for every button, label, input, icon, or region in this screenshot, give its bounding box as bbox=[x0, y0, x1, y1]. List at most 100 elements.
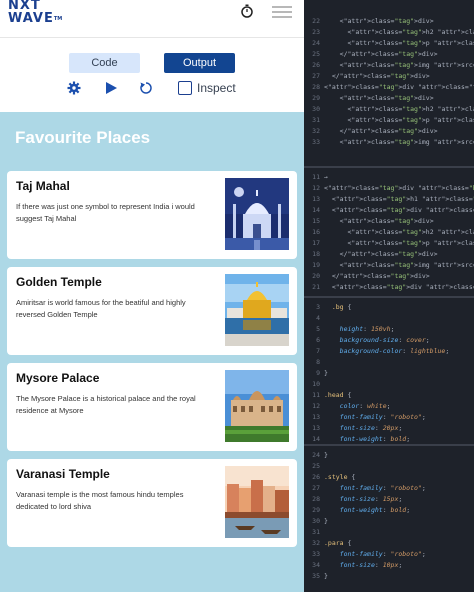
code-text: font-family: "roboto"; bbox=[339, 550, 426, 558]
line-number: 24 bbox=[312, 39, 320, 47]
code-text: font-weight: bold; bbox=[339, 506, 411, 514]
code-tab-button[interactable]: Code bbox=[69, 53, 140, 73]
code-text: <"attr">class="tag">p "attr">class="para… bbox=[324, 239, 474, 247]
line-number: 22 bbox=[312, 17, 320, 25]
timer-icon[interactable] bbox=[240, 4, 254, 18]
mysore-palace-image bbox=[225, 370, 289, 442]
golden-temple-image bbox=[225, 274, 289, 346]
varanasi-temple-image bbox=[225, 466, 289, 538]
line-number: 8 bbox=[316, 358, 320, 366]
code-text: <"attr">class="tag">img "attr">src="http… bbox=[324, 61, 474, 69]
code-text: font-weight: bold; bbox=[339, 435, 411, 443]
line-number: 7 bbox=[316, 347, 320, 355]
card-description: Amiritsar is world famous for the beatif… bbox=[16, 298, 186, 319]
code-text: <"attr">class="tag">p "attr">class="para… bbox=[324, 116, 474, 124]
line-number: 13 bbox=[312, 424, 320, 432]
html-editor-panel[interactable]: 11 → 12 <"attr">class="tag">div "attr">clas… bbox=[304, 170, 474, 296]
card-description: Varanasi temple is the most famous hindu… bbox=[16, 490, 184, 511]
line-number: 6 bbox=[316, 336, 320, 344]
code-text: <"attr">class="tag">h2 "attr">class="sty… bbox=[324, 28, 474, 36]
run-play-icon[interactable] bbox=[104, 81, 118, 95]
code-text: <"attr">class="tag">div "attr">class="bg… bbox=[324, 184, 474, 192]
code-text: } bbox=[324, 517, 328, 525]
code-text: <"attr">class="tag">img "attr">src="http… bbox=[324, 138, 474, 146]
code-text: font-family: "roboto"; bbox=[339, 413, 426, 421]
code-text: <"attr">class="tag">h2 "attr">class="sty… bbox=[324, 105, 474, 113]
panel-divider[interactable] bbox=[304, 166, 474, 168]
line-number: 25 bbox=[312, 462, 320, 470]
place-card: Golden Temple Amiritsar is world famous … bbox=[7, 267, 297, 355]
reset-icon[interactable] bbox=[139, 81, 153, 95]
code-text: height: 150vh; bbox=[339, 325, 395, 333]
place-card: Taj Mahal If there was just one symbol t… bbox=[7, 171, 297, 259]
line-number: 4 bbox=[316, 314, 320, 322]
line-number: 10 bbox=[312, 380, 320, 388]
code-text: </"attr">class="tag">div> bbox=[324, 72, 430, 80]
settings-gear-icon[interactable] bbox=[67, 81, 81, 95]
line-number: 20 bbox=[312, 272, 320, 280]
line-number: 13 bbox=[312, 413, 320, 421]
inspect-label: Inspect bbox=[197, 81, 236, 95]
line-number: 11 bbox=[312, 173, 320, 181]
nxtwave-logo: NXT WAVETM bbox=[8, 0, 63, 26]
css-editor-panel[interactable]: 3 .bg {4 5 height: 150vh; 6 background-siz… bbox=[304, 300, 474, 444]
output-preview: Favourite Places Taj Mahal If there was … bbox=[0, 112, 304, 592]
code-text: <"attr">class="tag">div> bbox=[324, 94, 434, 102]
code-text: } bbox=[324, 572, 328, 580]
preview-pane: NXT WAVETM Code Output Inspect Favourite… bbox=[0, 0, 304, 592]
line-number: 27 bbox=[312, 484, 320, 492]
line-number: 34 bbox=[312, 561, 320, 569]
line-number: 32 bbox=[312, 539, 320, 547]
line-number: 30 bbox=[312, 105, 320, 113]
html-editor-panel[interactable]: 22 <"attr">class="tag">div> 23 <"attr">cl… bbox=[304, 14, 474, 166]
code-text: </"attr">class="tag">div> bbox=[324, 272, 430, 280]
line-number: 19 bbox=[312, 261, 320, 269]
line-number: 28 bbox=[312, 83, 320, 91]
line-number: 31 bbox=[312, 116, 320, 124]
inspect-checkbox[interactable] bbox=[178, 81, 192, 95]
output-tab-button[interactable]: Output bbox=[164, 53, 235, 73]
taj-mahal-image bbox=[225, 178, 289, 250]
line-number: 13 bbox=[312, 195, 320, 203]
line-number: 16 bbox=[312, 228, 320, 236]
code-text: background-color: lightblue; bbox=[339, 347, 450, 355]
code-text: background-size: cover; bbox=[339, 336, 430, 344]
line-number: 12 bbox=[312, 402, 320, 410]
place-card: Mysore Palace The Mysore Palace is a his… bbox=[7, 363, 297, 451]
code-text: <"attr">class="tag">p "attr">class="para… bbox=[324, 39, 474, 47]
line-number: 18 bbox=[312, 250, 320, 258]
code-text: font-size: 20px; bbox=[339, 424, 403, 432]
code-text: </"attr">class="tag">div> bbox=[324, 127, 438, 135]
card-title: Taj Mahal bbox=[16, 179, 70, 193]
code-text: } bbox=[324, 451, 328, 459]
place-card: Varanasi Temple Varanasi temple is the m… bbox=[7, 459, 297, 547]
code-text: <"attr">class="tag">div "attr">class="t-… bbox=[324, 283, 474, 291]
editor-controls: Code Output Inspect bbox=[0, 38, 304, 112]
code-text: color: white; bbox=[339, 402, 391, 410]
line-number: 9 bbox=[316, 369, 320, 377]
line-number: 27 bbox=[312, 72, 320, 80]
code-text: <"attr">class="tag">img "attr">src="http… bbox=[324, 261, 474, 269]
line-number: 32 bbox=[312, 127, 320, 135]
card-description: The Mysore Palace is a historical palace… bbox=[16, 394, 196, 415]
line-number: 15 bbox=[312, 217, 320, 225]
code-text: <"attr">class="tag">div> bbox=[324, 217, 434, 225]
css-editor-panel[interactable]: 24} 25 26 .style {27 font-family: "roboto";… bbox=[304, 448, 474, 592]
panel-divider[interactable] bbox=[304, 444, 474, 446]
line-number: 26 bbox=[312, 61, 320, 69]
card-title: Varanasi Temple bbox=[16, 467, 110, 481]
card-title: Golden Temple bbox=[16, 275, 102, 289]
code-text: font-family: "roboto"; bbox=[339, 484, 426, 492]
line-number: 11 bbox=[312, 391, 320, 399]
hamburger-menu-icon[interactable] bbox=[272, 6, 292, 18]
line-number: 33 bbox=[312, 550, 320, 558]
code-text: </"attr">class="tag">div> bbox=[324, 250, 438, 258]
code-text: <"attr">class="tag">div> bbox=[324, 17, 434, 25]
code-text: <"attr">class="tag">h1 "attr">class="hea… bbox=[324, 195, 474, 203]
line-number: 14 bbox=[312, 206, 320, 214]
line-number: 25 bbox=[312, 50, 320, 58]
code-text: <"attr">class="tag">div "attr">class="t-… bbox=[324, 83, 474, 91]
code-text: <"attr">class="tag">h2 "attr">class="sty… bbox=[324, 228, 474, 236]
panel-divider[interactable] bbox=[304, 296, 474, 298]
top-bar: NXT WAVETM bbox=[0, 0, 304, 38]
